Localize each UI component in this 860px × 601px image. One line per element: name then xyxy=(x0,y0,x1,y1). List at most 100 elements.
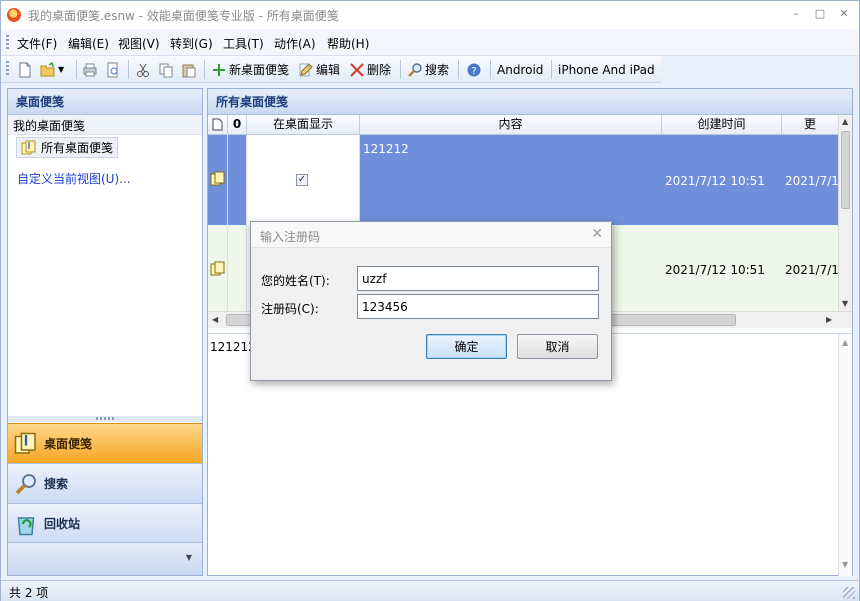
toolbar-separator xyxy=(76,60,77,79)
nav-search-label: 搜索 xyxy=(44,477,69,491)
title-bar[interactable]: 我的桌面便笺.esnw - 效能桌面便笺专业版 - 所有桌面便笺 – □ ✕ xyxy=(1,1,859,29)
paste-icon xyxy=(182,64,196,77)
dialog-title: 输入注册码 xyxy=(260,230,321,244)
pencil-icon xyxy=(299,62,313,76)
column-header-created[interactable]: 创建时间 xyxy=(662,115,782,135)
print-preview-icon xyxy=(107,62,118,77)
scissors-icon xyxy=(137,63,149,77)
item-count: 共 2 项 xyxy=(9,586,49,600)
row-modified: 2021/7/1 xyxy=(785,174,839,188)
note-icon xyxy=(14,432,36,454)
toolbar-separator xyxy=(204,60,205,79)
column-header-attachment[interactable]: 0 xyxy=(228,115,247,135)
new-file-button[interactable] xyxy=(17,58,33,81)
splitter-grip xyxy=(96,417,114,420)
document-icon xyxy=(212,118,223,131)
delete-button[interactable]: 删除 xyxy=(349,58,391,81)
toolbar-separator xyxy=(128,60,129,79)
menu-tools[interactable]: 工具(T) xyxy=(223,35,264,52)
folder-group-label[interactable]: 我的桌面便笺 xyxy=(8,115,202,135)
android-label: Android xyxy=(497,62,544,77)
column-header-show-on-desktop[interactable]: 在桌面显示 xyxy=(247,115,360,135)
scroll-up-icon[interactable]: ▲ xyxy=(842,117,848,126)
grid-header: 0 在桌面显示 内容 创建时间 更 xyxy=(208,115,838,135)
search-icon xyxy=(15,473,36,494)
cancel-button[interactable]: 取消 xyxy=(517,334,598,359)
left-panel-header: 桌面便笺 xyxy=(8,89,202,115)
dialog-title-bar[interactable]: 输入注册码 ✕ xyxy=(251,222,611,248)
scrollbar-thumb[interactable] xyxy=(841,131,850,209)
paste-button[interactable] xyxy=(181,58,197,81)
column-header-modified[interactable]: 更 xyxy=(782,115,838,135)
print-button[interactable] xyxy=(82,58,98,81)
menu-edit[interactable]: 编辑(E) xyxy=(68,35,109,52)
search-button[interactable]: 搜索 xyxy=(407,58,449,81)
panel-splitter[interactable] xyxy=(8,416,202,422)
minimize-button[interactable]: – xyxy=(785,5,807,23)
help-icon: ? xyxy=(467,63,481,77)
nav-recycle-bin-label: 回收站 xyxy=(44,517,81,531)
close-button[interactable]: ✕ xyxy=(833,5,855,23)
app-logo-icon xyxy=(7,8,21,22)
note-icon xyxy=(210,261,225,276)
registration-dialog: 输入注册码 ✕ 您的姓名(T): 注册码(C): 确定 取消 xyxy=(250,221,612,381)
row-created: 2021/7/12 10:51 xyxy=(665,263,765,277)
menu-actions[interactable]: 动作(A) xyxy=(274,35,316,52)
ok-button[interactable]: 确定 xyxy=(426,334,507,359)
code-label: 注册码(C): xyxy=(261,302,319,316)
row-show-cell: ✓ xyxy=(247,135,360,225)
grid-vertical-scrollbar[interactable]: ▲ ▼ xyxy=(838,115,852,311)
column-header-content[interactable]: 内容 xyxy=(360,115,662,135)
menu-grip[interactable] xyxy=(6,35,9,51)
preview-scrollbar[interactable]: ▲ ▼ xyxy=(838,334,852,576)
registration-code-field[interactable] xyxy=(357,294,599,319)
android-button[interactable]: Android xyxy=(497,58,543,81)
open-folder-icon xyxy=(40,61,55,76)
dialog-close-button[interactable]: ✕ xyxy=(591,226,603,242)
notes-folder-icon xyxy=(21,140,36,154)
window-title: 我的桌面便笺.esnw - 效能桌面便笺专业版 - 所有桌面便笺 xyxy=(28,9,339,23)
edit-button[interactable]: 编辑 xyxy=(298,58,340,81)
table-row[interactable]: ✓ 121212 2021/7/12 10:51 2021/7/1 xyxy=(208,135,839,225)
right-panel-header: 所有桌面便笺 xyxy=(208,89,852,115)
name-field[interactable] xyxy=(357,266,599,291)
plus-icon xyxy=(213,63,225,76)
search-icon xyxy=(408,62,422,77)
scroll-up-icon[interactable]: ▲ xyxy=(842,338,848,347)
new-note-button[interactable]: 新桌面便笺 xyxy=(211,58,289,81)
help-button[interactable]: ? xyxy=(466,58,482,81)
column-header-type[interactable] xyxy=(208,115,228,135)
show-on-desktop-checkbox[interactable]: ✓ xyxy=(296,174,308,186)
copy-icon xyxy=(159,63,173,77)
toolbar-grip[interactable] xyxy=(6,61,9,77)
svg-text:?: ? xyxy=(471,66,476,77)
chevron-down-icon: ▼ xyxy=(185,553,192,562)
nav-recycle-bin[interactable]: 回收站 xyxy=(8,503,202,543)
delete-x-icon xyxy=(350,62,364,77)
scroll-down-icon[interactable]: ▼ xyxy=(842,560,848,569)
folder-item-all-notes[interactable]: 所有桌面便笺 xyxy=(16,137,119,158)
nav-notes[interactable]: 桌面便笺 xyxy=(8,423,202,463)
nav-search[interactable]: 搜索 xyxy=(8,463,202,503)
copy-button[interactable] xyxy=(158,58,174,81)
print-preview-button[interactable] xyxy=(105,58,121,81)
scroll-left-icon[interactable]: ◀ xyxy=(212,315,218,324)
nav-overflow-bar[interactable]: ▼ xyxy=(8,542,202,575)
maximize-button[interactable]: □ xyxy=(809,5,831,23)
resize-grip[interactable] xyxy=(843,587,855,599)
chevron-down-icon: ▼ xyxy=(58,65,65,74)
folder-item-label: 所有桌面便笺 xyxy=(41,141,114,155)
menu-help[interactable]: 帮助(H) xyxy=(327,35,369,52)
row-type-cell xyxy=(208,225,228,311)
menu-goto[interactable]: 转到(G) xyxy=(170,35,213,52)
customize-view-link[interactable]: 自定义当前视图(U)... xyxy=(17,170,131,187)
scroll-right-icon[interactable]: ▶ xyxy=(826,315,832,324)
menu-view[interactable]: 视图(V) xyxy=(118,35,160,52)
iphone-ipad-button[interactable]: iPhone And iPad xyxy=(558,58,655,81)
menu-file[interactable]: 文件(F) xyxy=(17,35,57,52)
printer-icon xyxy=(83,63,97,76)
edit-label: 编辑 xyxy=(316,63,341,77)
cut-button[interactable] xyxy=(135,58,151,81)
open-file-button[interactable]: ▼ xyxy=(40,58,64,81)
scroll-down-icon[interactable]: ▼ xyxy=(842,299,848,308)
